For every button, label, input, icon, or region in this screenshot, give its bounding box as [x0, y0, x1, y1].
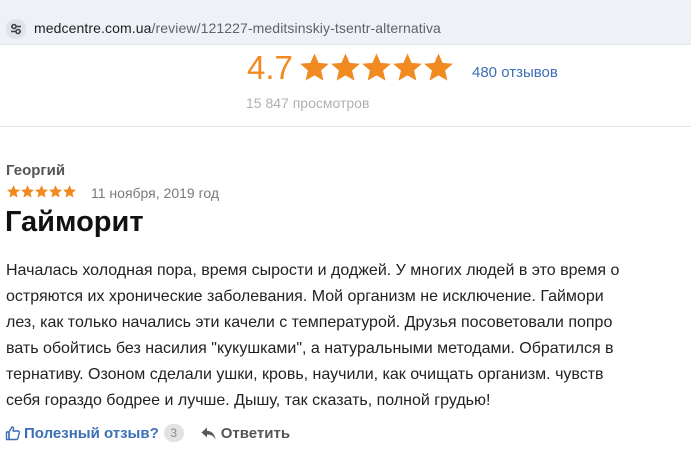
- review-date: 11 ноября, 2019 год: [91, 185, 220, 201]
- url-field[interactable]: medcentre.com.ua/review/121227-meditsins…: [0, 6, 691, 39]
- rating-stars: [298, 51, 453, 85]
- star-icon: [49, 185, 62, 198]
- review-stars: [6, 184, 76, 199]
- helpful-button[interactable]: Полезный отзыв? 3: [5, 424, 184, 442]
- url-domain: medcentre.com.ua: [34, 20, 152, 36]
- review-author: Георгий: [6, 162, 66, 179]
- helpful-label: Полезный отзыв?: [24, 424, 159, 442]
- reply-label: Ответить: [220, 424, 291, 442]
- reply-arrow-icon: [201, 427, 216, 439]
- rating-score: 4.7: [247, 49, 293, 86]
- star-icon: [21, 185, 34, 198]
- star-icon: [7, 185, 20, 198]
- review-line: вать обойтись без насилия "кукушками", а…: [6, 340, 614, 357]
- browser-address-bar[interactable]: medcentre.com.ua/review/121227-meditsins…: [0, 0, 691, 45]
- reviews-count-link[interactable]: 480 отзывов: [472, 64, 558, 81]
- review-body: Началась холодная пора, время сырости и …: [6, 258, 691, 414]
- review-line: Началась холодная пора, время сырости и …: [6, 262, 620, 279]
- url-text[interactable]: medcentre.com.ua/review/121227-meditsins…: [34, 20, 441, 36]
- review-actions: Полезный отзыв? 3 Ответить: [5, 424, 290, 442]
- review-line: тернативу. Озоном сделали ушки, кровь, н…: [6, 366, 604, 383]
- review-line: себя гораздо бодрее и лучше. Дышу, так с…: [6, 392, 491, 409]
- thumbs-up-icon: [5, 426, 21, 441]
- star-icon: [331, 53, 360, 81]
- review-line: лез, как только начались эти качели с те…: [6, 314, 613, 331]
- section-divider: [0, 126, 691, 127]
- review-line: остряются их хронические заболевания. Мо…: [6, 288, 604, 305]
- review-title: Гайморит: [5, 206, 144, 238]
- star-icon: [424, 53, 453, 81]
- reply-button[interactable]: Ответить: [200, 425, 290, 442]
- star-icon: [300, 53, 329, 81]
- url-path: /review/121227-meditsinskiy-tsentr-alter…: [151, 20, 441, 36]
- star-icon: [63, 185, 76, 198]
- star-icon: [393, 53, 422, 81]
- star-icon: [362, 53, 391, 81]
- tune-icon[interactable]: [6, 19, 26, 39]
- helpful-count-badge: 3: [163, 424, 184, 442]
- views-count: 15 847 просмотров: [246, 95, 370, 111]
- star-icon: [35, 185, 48, 198]
